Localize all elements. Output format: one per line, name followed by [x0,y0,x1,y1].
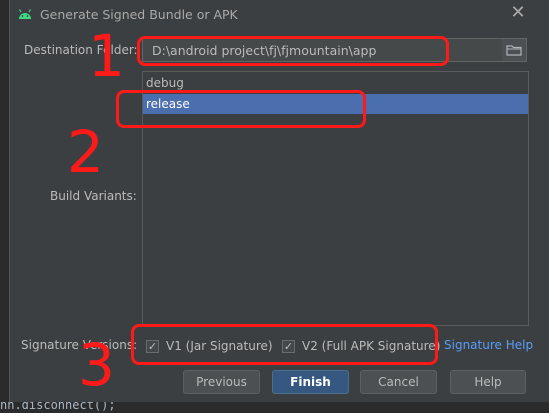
annotation-box-2 [116,90,366,128]
annotation-box-3 [131,324,438,365]
annotation-number-1: 1 [88,22,125,90]
build-variants-label: Build Variants: [50,189,137,203]
help-button[interactable]: Help [450,370,526,394]
signature-help-link[interactable]: Signature Help [444,338,533,352]
annotation-box-1 [137,36,449,66]
browse-folder-button[interactable] [502,39,526,61]
annotation-number-3: 3 [78,331,115,399]
finish-button[interactable]: Finish [272,370,349,394]
previous-button[interactable]: Previous [183,370,260,394]
dialog-title: Generate Signed Bundle or APK [40,7,238,22]
android-icon [18,9,32,19]
folder-icon [506,45,522,56]
cancel-button[interactable]: Cancel [360,370,437,394]
annotation-number-2: 2 [67,118,104,186]
close-icon[interactable]: ✕ [508,3,528,23]
